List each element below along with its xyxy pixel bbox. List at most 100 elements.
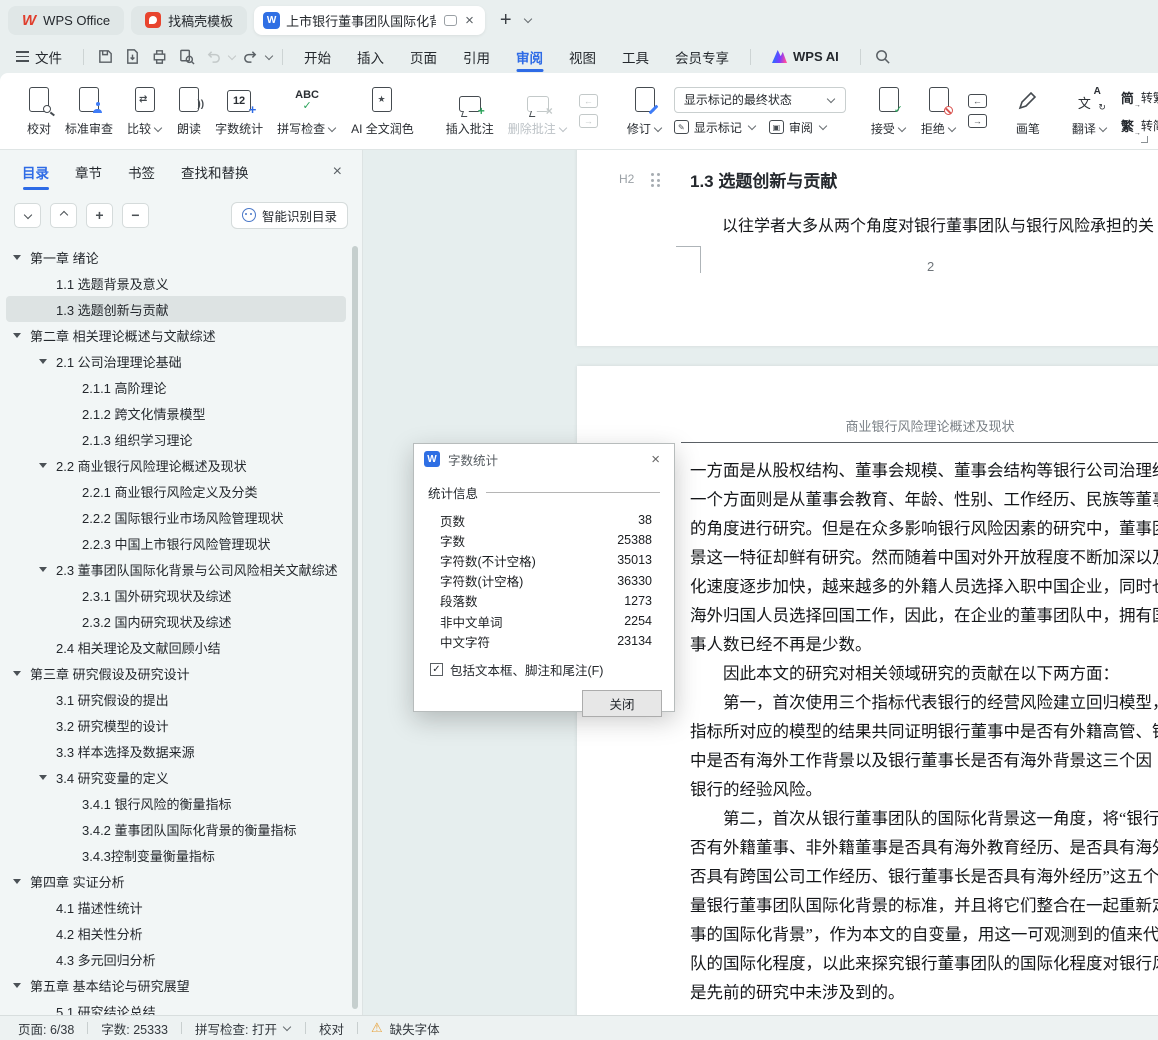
toc-item[interactable]: 3.1 研究假设的提出 xyxy=(6,686,346,712)
previous-change-icon[interactable]: ← xyxy=(967,94,987,108)
sidebar-tab-toc[interactable]: 目录 xyxy=(22,150,49,194)
translate-button[interactable]: 文 A ↻ 翻译 xyxy=(1065,81,1115,141)
toc-item[interactable]: 2.2.2 国际银行业市场风险管理现状 xyxy=(6,504,346,530)
read-aloud-button[interactable]: )) 朗读 xyxy=(170,81,208,141)
close-tab-icon[interactable]: × xyxy=(463,12,476,29)
document-page-2[interactable]: H2 1.3 选题创新与贡献 以往学者大多从两个角度对银行董事团队与银行风险承担… xyxy=(577,150,1158,346)
quickbar-more-chevron-icon[interactable] xyxy=(264,51,274,60)
toc-item[interactable]: 4.2 相关性分析 xyxy=(6,920,346,946)
toc-caret-icon[interactable] xyxy=(13,878,21,884)
menu-item-page[interactable]: 页面 xyxy=(397,40,450,73)
toc-item[interactable]: 3.4.3控制变量衡量指标 xyxy=(6,842,346,868)
toc-caret-icon[interactable] xyxy=(13,254,21,260)
toc-item[interactable]: 第一章 绪论 xyxy=(6,244,346,270)
toc-item[interactable]: 1.3 选题创新与贡献 xyxy=(6,296,346,322)
toc-item[interactable]: 2.1.1 高阶理论 xyxy=(6,374,346,400)
toc-item[interactable]: 第五章 基本结论与研究展望 xyxy=(6,972,346,998)
toc-expand-button[interactable] xyxy=(50,202,77,228)
sidebar-tab-find-replace[interactable]: 查找和替换 xyxy=(181,150,249,194)
drag-handle-icon[interactable] xyxy=(651,173,660,187)
redo-button[interactable] xyxy=(237,44,264,70)
to-traditional-button[interactable]: 简 转繁 xyxy=(1121,88,1158,109)
menu-item-membership[interactable]: 会员专享 xyxy=(662,40,742,73)
toc-item[interactable]: 第三章 研究假设及研究设计 xyxy=(6,660,346,686)
menu-item-reference[interactable]: 引用 xyxy=(450,40,503,73)
toc-item[interactable]: 1.1 选题背景及意义 xyxy=(6,270,346,296)
toc-item[interactable]: 3.4.1 银行风险的衡量指标 xyxy=(6,790,346,816)
ribbon-expand-icon[interactable] xyxy=(1141,136,1148,143)
wps-ai-button[interactable]: WPS AI xyxy=(759,40,852,73)
toc-item[interactable]: 2.1.3 组织学习理论 xyxy=(6,426,346,452)
previous-comment-icon[interactable]: ← xyxy=(578,94,598,108)
new-tab-button[interactable]: + xyxy=(496,9,516,32)
to-simplified-button[interactable]: 繁 转简 xyxy=(1121,116,1158,137)
toc-caret-icon[interactable] xyxy=(13,982,21,988)
toc-zoom-in-button[interactable]: + xyxy=(86,202,113,228)
word-count-button[interactable]: 12 + 字数统计 xyxy=(208,81,270,141)
menu-item-home[interactable]: 开始 xyxy=(291,40,344,73)
spell-check-button[interactable]: ABC ✓ 拼写检查 xyxy=(270,81,344,141)
toc-item[interactable]: 4.1 描述性统计 xyxy=(6,894,346,920)
standard-review-button[interactable]: 标准审查 xyxy=(58,81,120,141)
sidebar-scrollbar[interactable] xyxy=(352,246,358,1009)
print-button[interactable] xyxy=(146,44,173,70)
next-comment-icon[interactable]: → xyxy=(578,114,598,128)
sidebar-tab-chapters[interactable]: 章节 xyxy=(75,150,102,194)
status-missing-font[interactable]: ⚠ 缺失字体 xyxy=(371,1019,440,1038)
toc-caret-icon[interactable] xyxy=(39,358,47,364)
toc-item[interactable]: 5.1 研究结论总结 xyxy=(6,998,346,1016)
menu-item-insert[interactable]: 插入 xyxy=(344,40,397,73)
toc-item[interactable]: 3.4.2 董事团队国际化背景的衡量指标 xyxy=(6,816,346,842)
tab-docer-templates[interactable]: 找稿壳模板 xyxy=(131,5,248,35)
toc-caret-icon[interactable] xyxy=(13,670,21,676)
insert-comment-button[interactable]: + 插入批注 xyxy=(439,81,501,141)
toc-item[interactable]: 2.1 公司治理理论基础 xyxy=(6,348,346,374)
undo-chevron-icon[interactable] xyxy=(227,51,237,60)
status-word-count[interactable]: 字数: 25333 xyxy=(101,1019,168,1038)
sidebar-tab-bookmarks[interactable]: 书签 xyxy=(128,150,155,194)
toc-item[interactable]: 3.2 研究模型的设计 xyxy=(6,712,346,738)
sidebar-close-icon[interactable]: × xyxy=(333,163,342,181)
show-marks-button[interactable]: ✎ 显示标记 xyxy=(673,119,757,136)
status-proofread[interactable]: 校对 xyxy=(319,1019,344,1038)
toc-zoom-out-button[interactable]: − xyxy=(122,202,149,228)
marks-state-dropdown[interactable]: 显示标记的最终状态 xyxy=(673,86,846,113)
reject-button[interactable]: 拒绝 xyxy=(914,81,964,141)
review-pane-button[interactable]: ▣ 审阅 xyxy=(768,119,828,136)
file-menu[interactable]: 文件 xyxy=(12,40,75,73)
tab-document[interactable]: W 上市银行董事团队国际化背景 × xyxy=(254,5,485,35)
smart-recognize-toc-button[interactable]: 智能识别目录 xyxy=(230,201,348,229)
undo-button[interactable] xyxy=(200,44,227,70)
toc-item[interactable]: 3.3 样本选择及数据来源 xyxy=(6,738,346,764)
toc-caret-icon[interactable] xyxy=(39,566,47,572)
toc-caret-icon[interactable] xyxy=(13,332,21,338)
track-changes-button[interactable]: 修订 xyxy=(620,81,670,141)
accept-button[interactable]: ✓ 接受 xyxy=(864,81,914,141)
close-button[interactable]: 关闭 xyxy=(582,690,662,718)
proofread-button[interactable]: 校对 xyxy=(20,81,58,141)
menu-item-tools[interactable]: 工具 xyxy=(609,40,662,73)
toc-item[interactable]: 3.4 研究变量的定义 xyxy=(6,764,346,790)
toc-collapse-button[interactable] xyxy=(14,202,41,228)
menu-item-review[interactable]: 审阅 xyxy=(503,40,556,73)
pen-button[interactable]: 画笔 xyxy=(1009,81,1047,141)
toc-caret-icon[interactable] xyxy=(39,774,47,780)
ai-polish-button[interactable]: ★ AI 全文润色 xyxy=(344,81,421,141)
toc-item[interactable]: 2.2 商业银行风险理论概述及现状 xyxy=(6,452,346,478)
toc-item[interactable]: 2.1.2 跨文化情景模型 xyxy=(6,400,346,426)
toc-item[interactable]: 2.4 相关理论及文献回顾小结 xyxy=(6,634,346,660)
next-change-icon[interactable]: → xyxy=(967,114,987,128)
toc-item[interactable]: 4.3 多元回归分析 xyxy=(6,946,346,972)
tab-wps-office[interactable]: W WPS Office xyxy=(8,5,125,35)
status-page-indicator[interactable]: 页面: 6/38 xyxy=(18,1019,74,1038)
print-preview-button[interactable] xyxy=(173,44,200,70)
include-textbox-checkbox[interactable]: ✓ 包括文本框、脚注和尾注(F) xyxy=(430,660,674,679)
tab-list-chevron-icon[interactable] xyxy=(523,14,532,24)
export-button[interactable] xyxy=(119,44,146,70)
delete-comment-button[interactable]: × 删除批注 xyxy=(501,81,575,141)
status-spell-check[interactable]: 拼写检查: 打开 xyxy=(195,1019,292,1038)
toc-item[interactable]: 第四章 实证分析 xyxy=(6,868,346,894)
toc-caret-icon[interactable] xyxy=(39,462,47,468)
save-button[interactable] xyxy=(92,44,119,70)
compare-button[interactable]: ⇄ 比较 xyxy=(120,81,170,141)
